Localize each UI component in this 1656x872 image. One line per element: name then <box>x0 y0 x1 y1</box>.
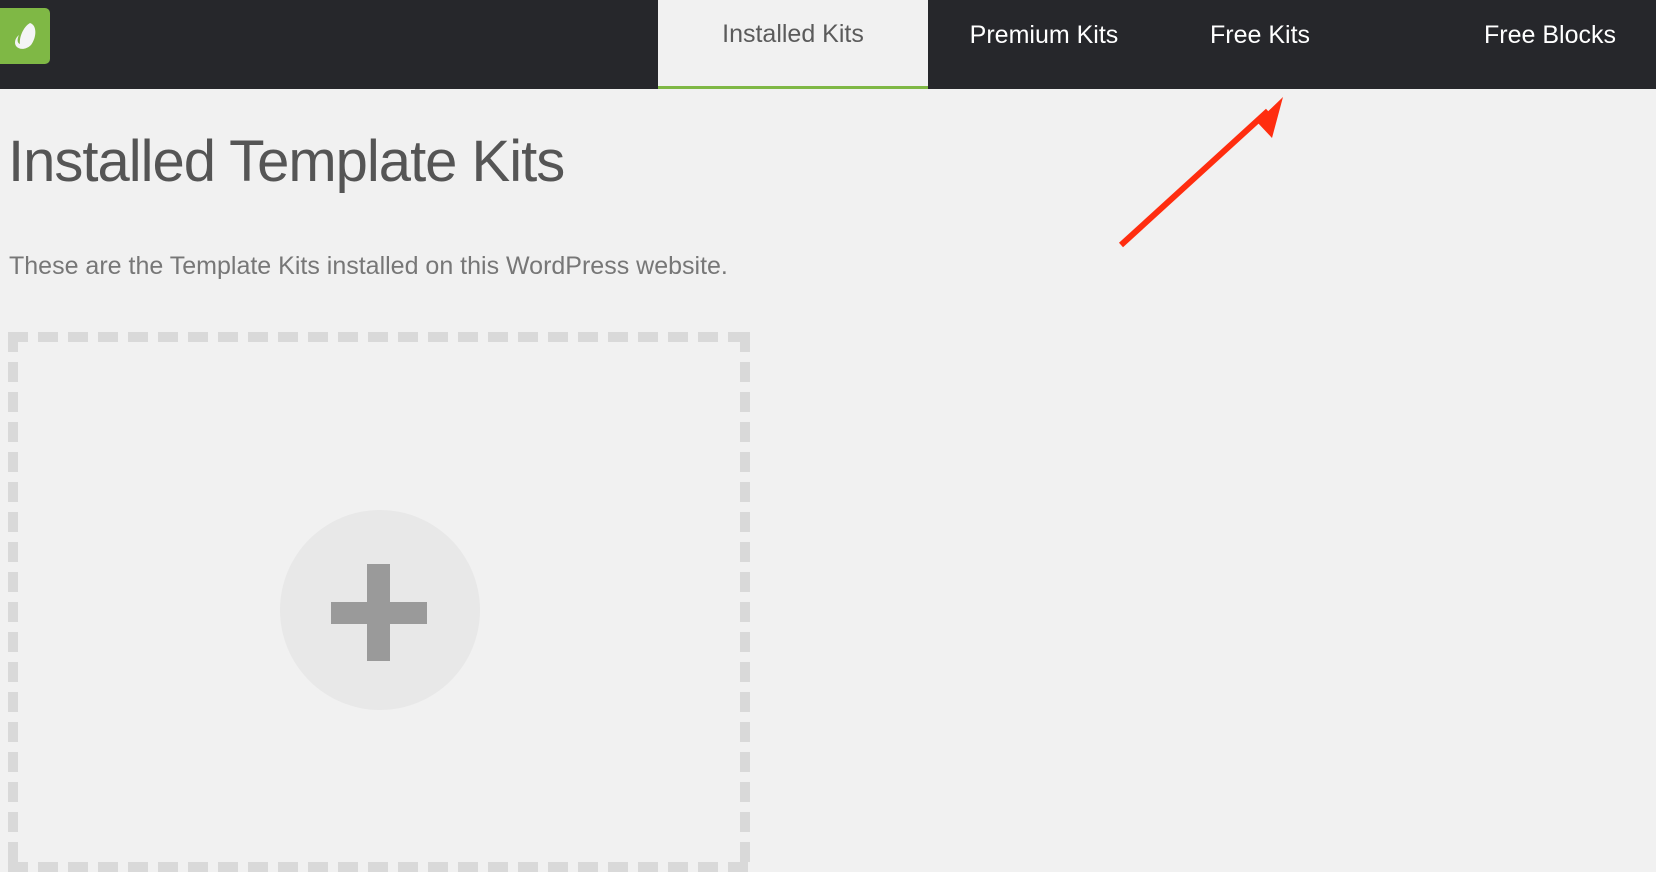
arrow-shaft <box>1118 108 1271 248</box>
arrow-head <box>1257 97 1283 138</box>
envato-logo[interactable] <box>0 8 50 64</box>
tab-free-blocks[interactable]: Free Blocks <box>1460 0 1640 89</box>
plus-icon-vertical <box>367 564 390 661</box>
tab-premium-kits[interactable]: Premium Kits <box>944 0 1144 89</box>
page-title: Installed Template Kits <box>8 129 565 194</box>
tab-installed-kits[interactable]: Installed Kits <box>658 0 928 89</box>
add-kit-button[interactable] <box>280 510 480 710</box>
envato-leaf-icon <box>15 23 36 49</box>
page-description: These are the Template Kits installed on… <box>9 252 728 280</box>
tab-free-kits[interactable]: Free Kits <box>1180 0 1340 89</box>
top-navigation-bar: Installed Kits Premium Kits Free Kits Fr… <box>0 0 1656 89</box>
